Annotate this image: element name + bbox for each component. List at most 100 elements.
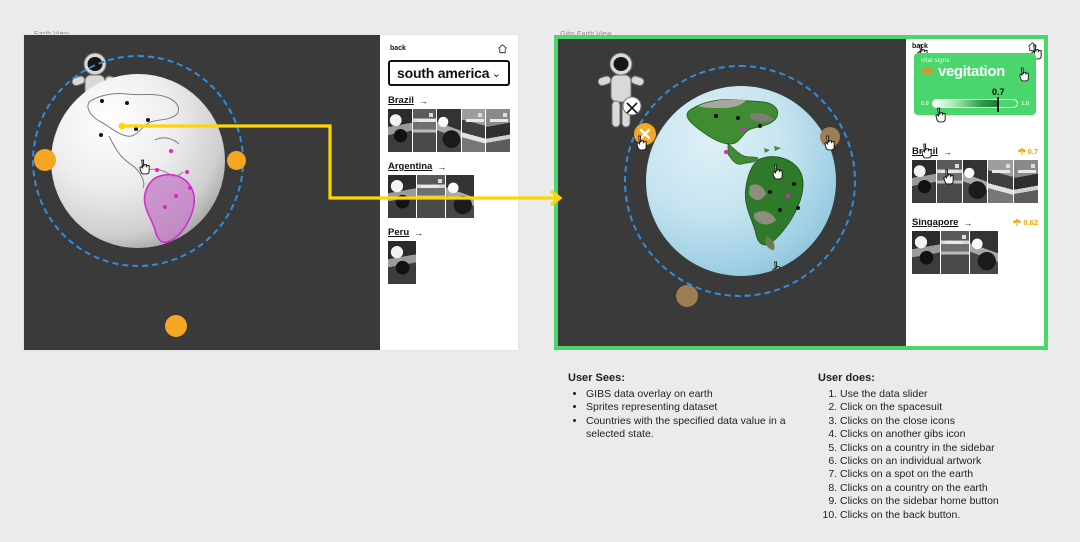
- country-header[interactable]: Argentina →: [388, 161, 510, 172]
- artwork-thumbnail[interactable]: [912, 231, 940, 274]
- list-item: Clicks on a spot on the earth: [840, 468, 1068, 481]
- earth-data-dot[interactable]: [768, 190, 772, 194]
- arrow-right-icon: →: [942, 146, 952, 157]
- earth-data-dot[interactable]: [758, 124, 762, 128]
- country-block-brazil[interactable]: Brazil →: [388, 95, 510, 152]
- orbit-node-left[interactable]: [34, 149, 56, 171]
- country-name[interactable]: Brazil: [388, 95, 414, 106]
- orbit-node-active[interactable]: [634, 123, 656, 145]
- slider-thumb[interactable]: [997, 97, 1000, 112]
- earth-data-dot[interactable]: [796, 206, 800, 210]
- earth-data-dot[interactable]: [736, 116, 740, 120]
- earth-globe-vegetation[interactable]: [646, 86, 836, 276]
- country-block-peru[interactable]: Peru →: [388, 227, 510, 284]
- earth-globe-grayscale[interactable]: [51, 74, 225, 248]
- country-header[interactable]: Brazil → 0.7: [912, 146, 1038, 157]
- region-select-value: south america: [397, 65, 490, 81]
- earth-data-dot[interactable]: [100, 99, 104, 103]
- artwork-thumbnail[interactable]: [446, 175, 474, 218]
- artwork-thumbnail[interactable]: [437, 109, 461, 152]
- list-item: Clicks on the sidebar home button: [840, 495, 1068, 508]
- spacesuit-sprite[interactable]: [592, 51, 650, 129]
- earth-data-dot[interactable]: [714, 114, 718, 118]
- country-header[interactable]: Singapore → 0.62: [912, 217, 1038, 228]
- earth-data-dot[interactable]: [99, 133, 103, 137]
- selected-country-highlight[interactable]: [143, 173, 196, 244]
- list-item: Clicks on another gibs icon: [840, 428, 1068, 441]
- earth-data-dot[interactable]: [155, 168, 159, 172]
- artwork-thumbnail[interactable]: [486, 109, 510, 152]
- artwork-thumbnail[interactable]: [988, 160, 1013, 203]
- back-button[interactable]: back: [912, 43, 928, 50]
- country-header[interactable]: Brazil →: [388, 95, 510, 106]
- artwork-thumbnail[interactable]: [912, 160, 937, 203]
- earth-data-dot[interactable]: [174, 194, 178, 198]
- right-sidebar-header: back: [906, 39, 1044, 53]
- country-block-singapore[interactable]: Singapore → 0.62: [912, 217, 1038, 274]
- earth-data-dot[interactable]: [786, 194, 790, 198]
- artwork-thumbnail-row[interactable]: [912, 231, 1038, 274]
- close-icon[interactable]: [634, 123, 656, 145]
- country-header[interactable]: Peru →: [388, 227, 510, 238]
- slider-track[interactable]: 0.7: [931, 87, 1019, 112]
- home-icon[interactable]: [497, 43, 508, 54]
- artwork-thumbnail-row[interactable]: [388, 109, 510, 152]
- user-sees-title: User Sees:: [568, 372, 625, 384]
- plant-icon: [1013, 219, 1022, 227]
- earth-data-dot[interactable]: [724, 150, 728, 154]
- list-item: GIBS data overlay on earth: [586, 388, 808, 401]
- list-item: Sprites representing dataset: [586, 401, 808, 414]
- earth-data-dot[interactable]: [125, 101, 129, 105]
- artwork-thumbnail-row[interactable]: [388, 175, 510, 218]
- vital-signs-card[interactable]: vital signs: vegitation 0.0 0.7 1.0: [914, 53, 1036, 115]
- user-does-block: User does: Use the data slider Click on …: [818, 372, 1068, 522]
- gibs-earth-view-canvas[interactable]: [558, 39, 906, 346]
- artwork-thumbnail[interactable]: [461, 109, 486, 152]
- artwork-thumbnail[interactable]: [388, 241, 416, 284]
- orbit-node-bottom[interactable]: [676, 285, 698, 307]
- artwork-thumbnail[interactable]: [937, 160, 962, 203]
- user-sees-list: GIBS data overlay on earth Sprites repre…: [568, 388, 808, 442]
- list-item: Clicks on the back button.: [840, 509, 1068, 522]
- earth-data-dot[interactable]: [163, 205, 167, 209]
- artwork-thumbnail[interactable]: [1013, 160, 1039, 203]
- orbit-node-right[interactable]: [820, 127, 840, 147]
- country-name[interactable]: Brazil: [912, 146, 938, 157]
- region-select[interactable]: south america ⌄: [388, 60, 510, 86]
- earth-data-dot[interactable]: [778, 208, 782, 212]
- artwork-thumbnail[interactable]: [970, 231, 998, 274]
- earth-data-dot[interactable]: [741, 128, 745, 132]
- country-name[interactable]: Peru: [388, 227, 409, 238]
- artwork-thumbnail-row[interactable]: [388, 241, 510, 284]
- left-sidebar-header: back: [388, 41, 510, 55]
- artwork-thumbnail[interactable]: [417, 175, 445, 218]
- list-item: Use the data slider: [840, 388, 1068, 401]
- artwork-thumbnail[interactable]: [412, 109, 437, 152]
- artwork-thumbnail-row[interactable]: [912, 160, 1039, 203]
- earth-data-dot[interactable]: [146, 118, 150, 122]
- orbit-node-right[interactable]: [227, 151, 246, 170]
- country-block-argentina[interactable]: Argentina →: [388, 161, 510, 218]
- home-icon[interactable]: [1027, 41, 1038, 52]
- artwork-thumbnail[interactable]: [388, 175, 416, 218]
- earth-data-dot[interactable]: [169, 149, 173, 153]
- artwork-thumbnail[interactable]: [388, 109, 412, 152]
- earth-data-dot[interactable]: [188, 186, 192, 190]
- earth-data-dot[interactable]: [134, 127, 138, 131]
- left-sidebar[interactable]: back south america ⌄ Brazil → Argentina …: [380, 35, 518, 350]
- earth-view-canvas[interactable]: [24, 35, 380, 350]
- right-sidebar[interactable]: back vital signs: vegitation 0.0 0.7 1.0…: [906, 39, 1044, 346]
- artwork-thumbnail[interactable]: [962, 160, 988, 203]
- country-name[interactable]: Singapore: [912, 217, 958, 228]
- earth-data-dot[interactable]: [185, 170, 189, 174]
- orbit-node-bottom[interactable]: [165, 315, 187, 337]
- country-block-brazil[interactable]: Brazil → 0.7: [912, 146, 1039, 203]
- country-value-badge: 0.62: [1013, 218, 1038, 227]
- country-value: 0.62: [1023, 218, 1038, 227]
- continent-south-america[interactable]: [745, 156, 804, 246]
- country-name[interactable]: Argentina: [388, 161, 432, 172]
- earth-data-dot[interactable]: [792, 182, 796, 186]
- back-button[interactable]: back: [390, 45, 406, 52]
- artwork-thumbnail[interactable]: [941, 231, 969, 274]
- data-slider[interactable]: 0.0 0.7 1.0: [921, 87, 1029, 112]
